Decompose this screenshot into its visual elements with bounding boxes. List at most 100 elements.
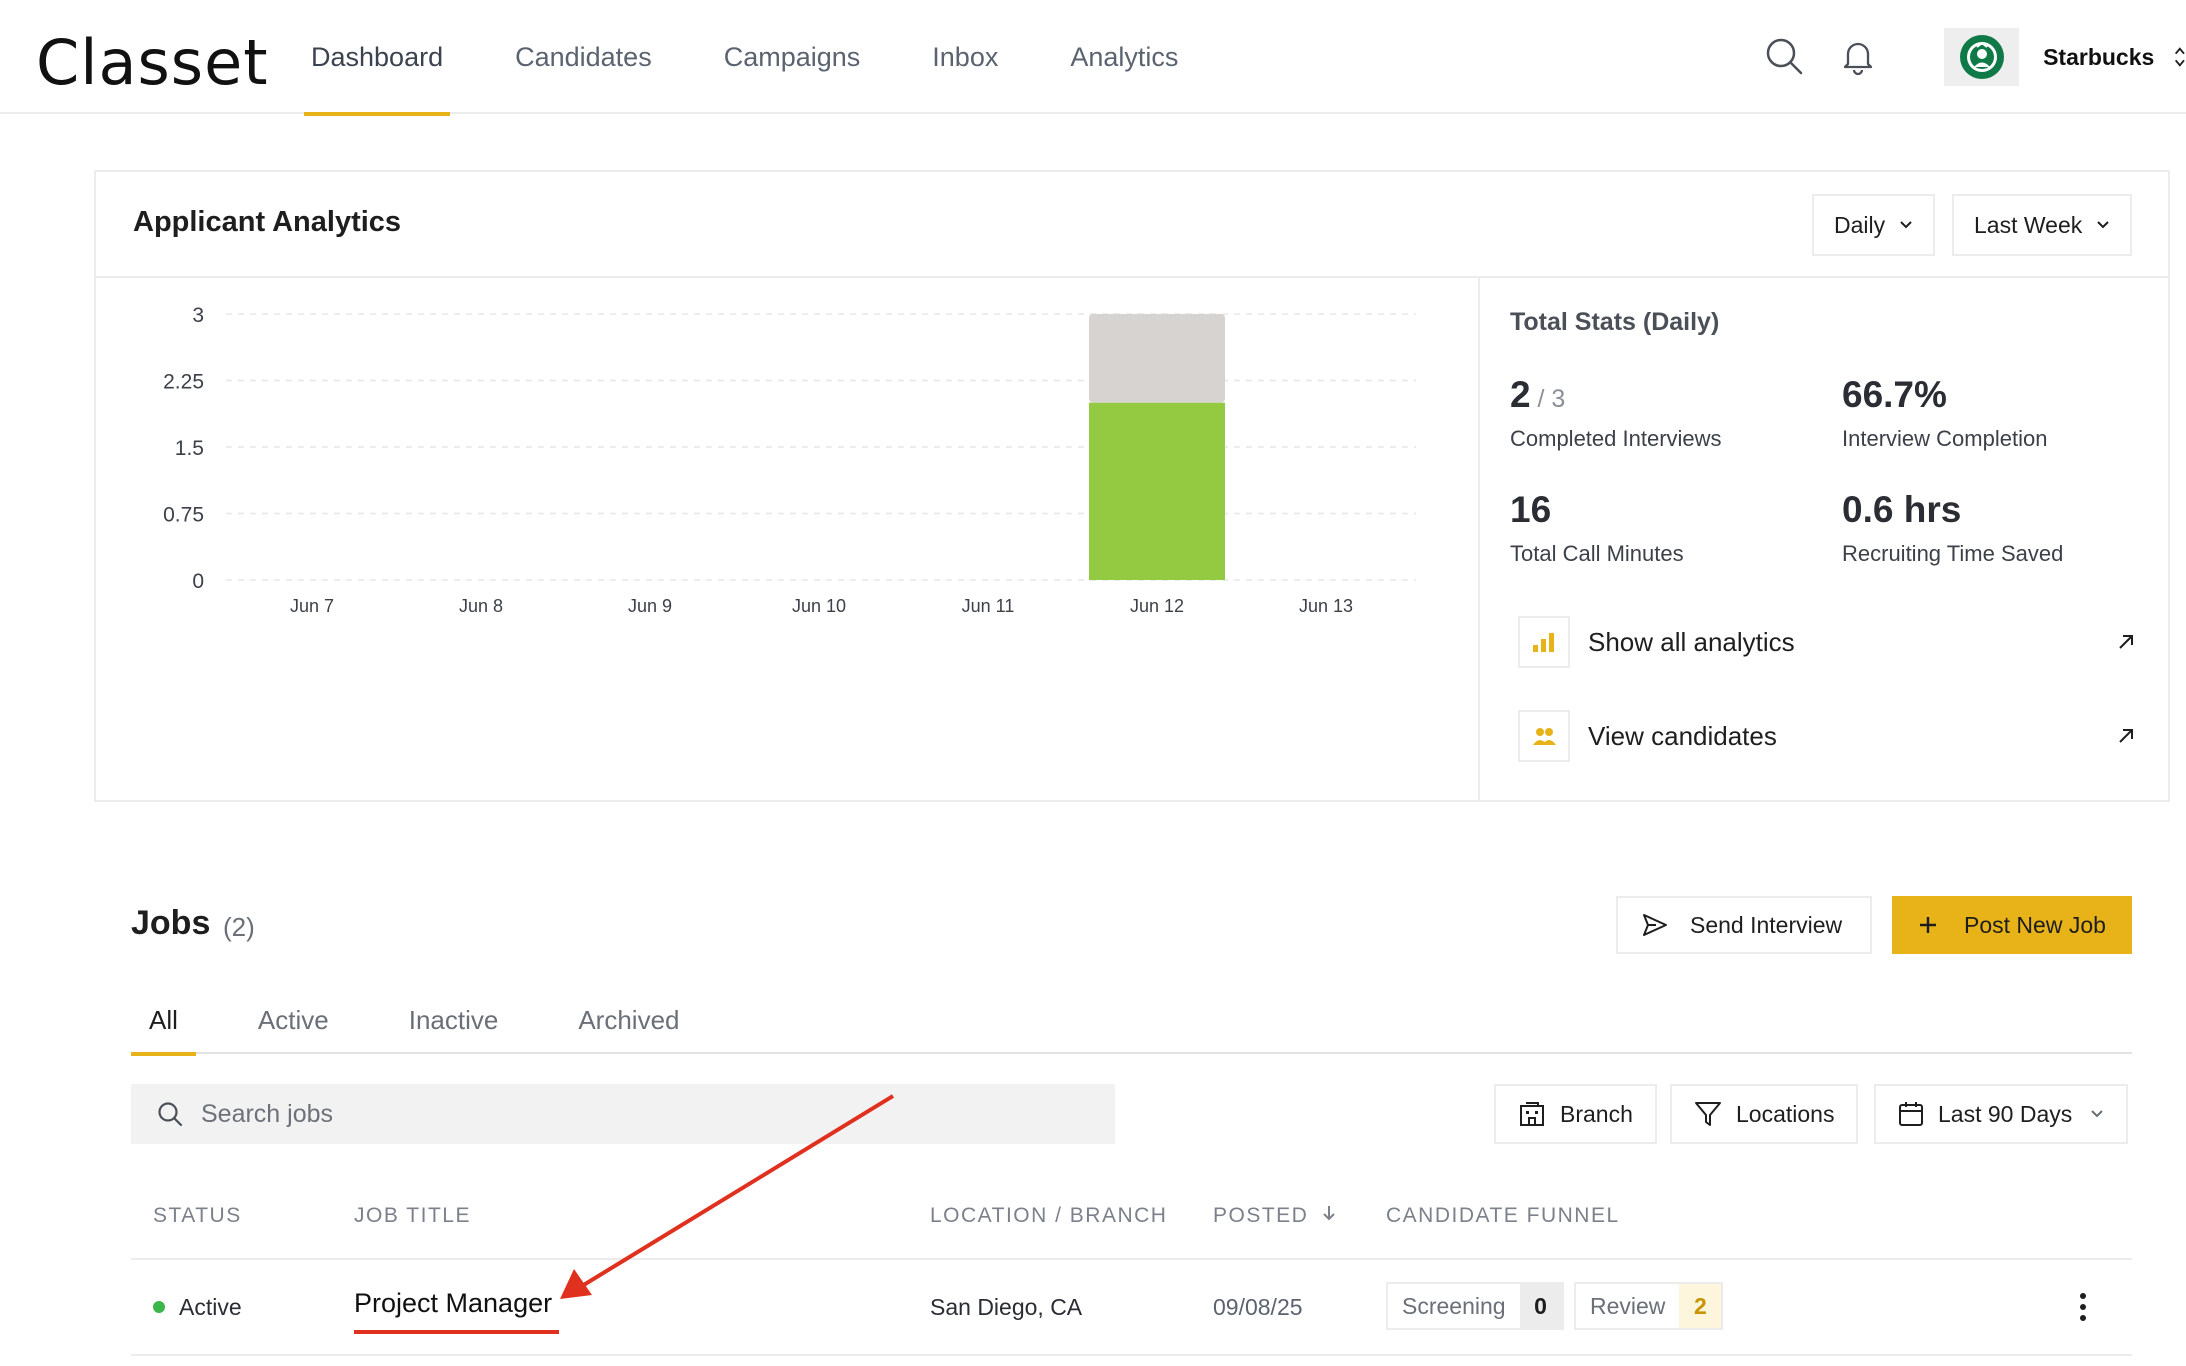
- completed-interviews-total: / 3: [1530, 385, 1566, 413]
- job-title-link[interactable]: Project Manager: [354, 1288, 552, 1319]
- starbucks-avatar: [1944, 28, 2020, 86]
- table-header-divider: [131, 1258, 2132, 1260]
- completed-interviews-stat: 2 / 3 Completed Interviews: [1510, 374, 1722, 452]
- jobs-heading: Jobs: [131, 904, 211, 942]
- range-dropdown[interactable]: Last Week: [1952, 194, 2133, 256]
- interview-completion-label: Interview Completion: [1842, 426, 2048, 451]
- x-tick-label: Jun 8: [459, 596, 503, 616]
- search-jobs-box: [131, 1084, 1115, 1144]
- column-header-funnel: CANDIDATE FUNNEL: [1386, 1204, 1620, 1227]
- chevron-up-down-icon: [2175, 47, 2186, 67]
- post-new-job-label: Post New Job: [1964, 911, 2106, 938]
- date-range-filter-label: Last 90 Days: [1938, 1100, 2073, 1127]
- x-tick-label: Jun 7: [290, 596, 334, 616]
- tab-archived[interactable]: Archived: [560, 986, 697, 1054]
- interval-dropdown[interactable]: Daily: [1812, 194, 1936, 256]
- x-tick-label: Jun 13: [1299, 596, 1353, 616]
- locations-filter-label: Locations: [1736, 1100, 1835, 1127]
- bar-chart-icon: [1518, 616, 1570, 668]
- account-name: Starbucks: [2043, 43, 2155, 70]
- completed-interviews-value: 2: [1510, 374, 1531, 415]
- nav-candidates[interactable]: Candidates: [508, 0, 659, 114]
- column-header-job-title: JOB TITLE: [354, 1204, 471, 1227]
- show-all-analytics-link[interactable]: Show all analytics: [1518, 615, 2136, 669]
- time-saved-label: Recruiting Time Saved: [1842, 541, 2064, 566]
- call-minutes-label: Total Call Minutes: [1510, 541, 1684, 566]
- nav-inbox[interactable]: Inbox: [925, 0, 1005, 114]
- search-icon: [158, 1102, 183, 1127]
- funnel-screening-chip[interactable]: Screening 0: [1386, 1282, 1564, 1330]
- total-stats-panel: Total Stats (Daily) 2 / 3 Completed Inte…: [1478, 278, 2170, 802]
- search-icon[interactable]: [1764, 36, 1804, 76]
- nav-campaigns[interactable]: Campaigns: [717, 0, 868, 114]
- analytics-title: Applicant Analytics: [133, 206, 402, 238]
- funnel-stage-name: Screening: [1402, 1292, 1506, 1319]
- y-tick-label: 0: [192, 570, 204, 593]
- date-range-filter-button[interactable]: Last 90 Days: [1874, 1084, 2129, 1144]
- show-all-analytics-label: Show all analytics: [1588, 626, 1795, 657]
- time-saved-stat: 0.6 hrs Recruiting Time Saved: [1842, 489, 2063, 567]
- users-icon: [1518, 710, 1570, 762]
- locations-filter-button[interactable]: Locations: [1670, 1084, 1859, 1144]
- bar-segment[interactable]: [1089, 402, 1225, 580]
- funnel-stage-name: Review: [1590, 1292, 1666, 1319]
- tab-all[interactable]: All: [131, 986, 196, 1056]
- column-header-posted[interactable]: POSTED: [1213, 1204, 1336, 1228]
- view-candidates-label: View candidates: [1588, 720, 1777, 751]
- post-new-job-button[interactable]: Post New Job: [1892, 896, 2132, 954]
- status-dot-icon: [153, 1300, 165, 1313]
- send-interview-label: Send Interview: [1690, 911, 1843, 938]
- building-icon: [1520, 1102, 1544, 1126]
- interview-completion-stat: 66.7% Interview Completion: [1842, 374, 2047, 452]
- annotation-underline: [354, 1330, 559, 1334]
- x-tick-label: Jun 9: [628, 596, 672, 616]
- classet-logo[interactable]: Classet: [36, 26, 269, 99]
- starbucks-logo-icon: [1959, 35, 2004, 79]
- arrow-up-right-icon: [2119, 635, 2133, 649]
- tab-inactive[interactable]: Inactive: [391, 986, 517, 1054]
- y-tick-label: 1.5: [175, 437, 204, 460]
- chevron-down-icon: [2097, 221, 2109, 229]
- status-text: Active: [179, 1294, 242, 1320]
- filter-icon: [1695, 1102, 1721, 1126]
- analytics-card-header: Applicant Analytics Daily Last Week: [96, 172, 2168, 278]
- tab-active[interactable]: Active: [240, 986, 347, 1054]
- top-navigation-bar: Classet Dashboard Candidates Campaigns I…: [0, 0, 2186, 116]
- view-candidates-link[interactable]: View candidates: [1518, 709, 2136, 763]
- nav-dashboard[interactable]: Dashboard: [304, 0, 451, 116]
- chevron-down-icon: [1900, 221, 1912, 229]
- bell-icon[interactable]: [1838, 36, 1878, 76]
- x-tick-label: Jun 10: [792, 596, 846, 616]
- funnel-stage-count: 0: [1519, 1284, 1562, 1328]
- range-dropdown-value: Last Week: [1974, 211, 2083, 238]
- nav-analytics[interactable]: Analytics: [1063, 0, 1185, 114]
- bar-segment[interactable]: [1089, 314, 1225, 403]
- branch-filter-button[interactable]: Branch: [1494, 1084, 1657, 1144]
- send-interview-button[interactable]: Send Interview: [1616, 896, 1872, 954]
- time-saved-value: 0.6 hrs: [1842, 489, 1962, 530]
- jobs-count: (2): [223, 912, 255, 942]
- applicant-bar-chart: 0 0.75 1.5 2.25 3 Jun 7 Jun 8 Jun 9 Jun 10 Jun 11…: [163, 304, 1416, 616]
- funnel-review-chip[interactable]: Review 2: [1574, 1282, 1724, 1330]
- branch-filter-label: Branch: [1560, 1100, 1633, 1127]
- funnel-stage-count: 2: [1679, 1284, 1722, 1328]
- sort-down-arrow-icon: [1322, 1206, 1335, 1221]
- table-row-divider: [131, 1354, 2132, 1356]
- column-header-posted-label: POSTED: [1213, 1204, 1309, 1227]
- plus-icon: [1920, 917, 1936, 933]
- interview-completion-value: 66.7%: [1842, 374, 1947, 415]
- row-more-options-icon[interactable]: [2078, 1290, 2088, 1324]
- column-header-location: LOCATION / BRANCH: [930, 1204, 1168, 1227]
- x-tick-label: Jun 12: [1130, 596, 1184, 616]
- search-jobs-input[interactable]: [201, 1099, 1061, 1129]
- calendar-icon: [1899, 1102, 1923, 1126]
- jobs-tabs: All Active Inactive Archived: [131, 986, 2132, 1056]
- column-header-status: STATUS: [153, 1204, 242, 1227]
- account-switcher[interactable]: Starbucks: [1944, 28, 2186, 86]
- completed-interviews-label: Completed Interviews: [1510, 426, 1722, 451]
- stats-title: Total Stats (Daily): [1510, 308, 1720, 336]
- y-tick-label: 2.25: [163, 371, 204, 394]
- interval-dropdown-value: Daily: [1834, 211, 1886, 238]
- y-tick-label: 0.75: [163, 504, 204, 527]
- applicant-chart: 0 0.75 1.5 2.25 3 Jun 7 Jun 8 Jun 9 Jun 10 Jun 11…: [96, 278, 1478, 802]
